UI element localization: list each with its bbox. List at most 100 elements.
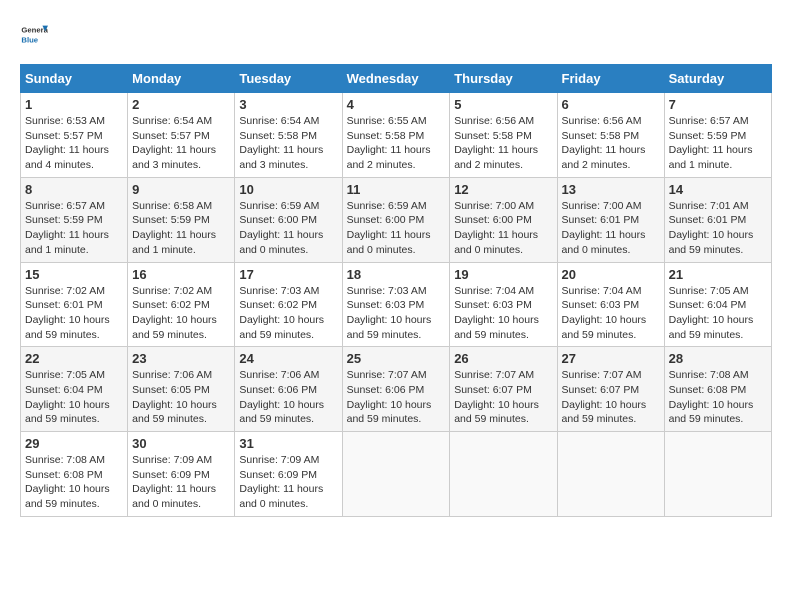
calendar-cell: 2 Sunrise: 6:54 AMSunset: 5:57 PMDaylight… (128, 93, 235, 178)
day-info: Sunrise: 6:54 AMSunset: 5:57 PMDaylight:… (132, 114, 230, 173)
calendar-header-friday: Friday (557, 65, 664, 93)
day-number: 30 (132, 436, 230, 451)
day-number: 18 (347, 267, 446, 282)
day-info: Sunrise: 6:58 AMSunset: 5:59 PMDaylight:… (132, 199, 230, 258)
day-info: Sunrise: 7:05 AMSunset: 6:04 PMDaylight:… (25, 368, 123, 427)
calendar-cell: 6 Sunrise: 6:56 AMSunset: 5:58 PMDaylight… (557, 93, 664, 178)
calendar-cell: 9 Sunrise: 6:58 AMSunset: 5:59 PMDaylight… (128, 177, 235, 262)
calendar-cell: 4 Sunrise: 6:55 AMSunset: 5:58 PMDaylight… (342, 93, 450, 178)
day-number: 8 (25, 182, 123, 197)
day-number: 26 (454, 351, 552, 366)
calendar-cell: 24 Sunrise: 7:06 AMSunset: 6:06 PMDayligh… (235, 347, 342, 432)
day-number: 1 (25, 97, 123, 112)
day-info: Sunrise: 6:55 AMSunset: 5:58 PMDaylight:… (347, 114, 446, 173)
calendar-header-wednesday: Wednesday (342, 65, 450, 93)
calendar-cell: 27 Sunrise: 7:07 AMSunset: 6:07 PMDayligh… (557, 347, 664, 432)
day-number: 27 (562, 351, 660, 366)
day-number: 2 (132, 97, 230, 112)
day-info: Sunrise: 7:08 AMSunset: 6:08 PMDaylight:… (25, 453, 123, 512)
day-number: 19 (454, 267, 552, 282)
calendar-cell: 28Sunrise: 7:08 AMSunset: 6:08 PMDayligh… (664, 347, 771, 432)
day-info: Sunrise: 7:07 AMSunset: 6:07 PMDaylight:… (562, 368, 660, 427)
day-number: 10 (239, 182, 337, 197)
calendar-cell: 17Sunrise: 7:03 AMSunset: 6:02 PMDayligh… (235, 262, 342, 347)
calendar-week-row: 1 Sunrise: 6:53 AMSunset: 5:57 PMDaylight… (21, 93, 772, 178)
calendar-cell: 22 Sunrise: 7:05 AMSunset: 6:04 PMDayligh… (21, 347, 128, 432)
day-info: Sunrise: 7:07 AMSunset: 6:06 PMDaylight:… (347, 368, 446, 427)
calendar-cell: 14 Sunrise: 7:01 AMSunset: 6:01 PMDayligh… (664, 177, 771, 262)
day-number: 21 (669, 267, 767, 282)
calendar-cell: 21 Sunrise: 7:05 AMSunset: 6:04 PMDayligh… (664, 262, 771, 347)
day-number: 13 (562, 182, 660, 197)
calendar-header-sunday: Sunday (21, 65, 128, 93)
day-number: 11 (347, 182, 446, 197)
calendar-header-row: SundayMondayTuesdayWednesdayThursdayFrid… (21, 65, 772, 93)
day-info: Sunrise: 7:09 AMSunset: 6:09 PMDaylight:… (132, 453, 230, 512)
day-info: Sunrise: 6:59 AMSunset: 6:00 PMDaylight:… (239, 199, 337, 258)
day-info: Sunrise: 7:05 AMSunset: 6:04 PMDaylight:… (669, 284, 767, 343)
calendar-cell: 3 Sunrise: 6:54 AMSunset: 5:58 PMDaylight… (235, 93, 342, 178)
calendar-table: SundayMondayTuesdayWednesdayThursdayFrid… (20, 64, 772, 517)
calendar-header-monday: Monday (128, 65, 235, 93)
day-info: Sunrise: 7:04 AMSunset: 6:03 PMDaylight:… (562, 284, 660, 343)
day-info: Sunrise: 6:56 AMSunset: 5:58 PMDaylight:… (562, 114, 660, 173)
calendar-cell: 15 Sunrise: 7:02 AMSunset: 6:01 PMDayligh… (21, 262, 128, 347)
calendar-cell (342, 432, 450, 517)
day-number: 4 (347, 97, 446, 112)
day-number: 31 (239, 436, 337, 451)
day-info: Sunrise: 7:06 AMSunset: 6:06 PMDaylight:… (239, 368, 337, 427)
day-number: 24 (239, 351, 337, 366)
day-number: 7 (669, 97, 767, 112)
day-number: 14 (669, 182, 767, 197)
calendar-cell (450, 432, 557, 517)
day-number: 5 (454, 97, 552, 112)
day-number: 3 (239, 97, 337, 112)
day-info: Sunrise: 7:00 AMSunset: 6:00 PMDaylight:… (454, 199, 552, 258)
calendar-cell (557, 432, 664, 517)
calendar-cell: 8Sunrise: 6:57 AMSunset: 5:59 PMDaylight… (21, 177, 128, 262)
calendar-week-row: 15 Sunrise: 7:02 AMSunset: 6:01 PMDayligh… (21, 262, 772, 347)
day-number: 16 (132, 267, 230, 282)
day-info: Sunrise: 7:04 AMSunset: 6:03 PMDaylight:… (454, 284, 552, 343)
svg-text:Blue: Blue (21, 35, 38, 44)
calendar-cell: 29Sunrise: 7:08 AMSunset: 6:08 PMDayligh… (21, 432, 128, 517)
day-number: 15 (25, 267, 123, 282)
day-number: 12 (454, 182, 552, 197)
logo: General Blue (20, 20, 52, 48)
calendar-cell: 7 Sunrise: 6:57 AMSunset: 5:59 PMDaylight… (664, 93, 771, 178)
calendar-cell: 23Sunrise: 7:06 AMSunset: 6:05 PMDayligh… (128, 347, 235, 432)
calendar-cell: 18 Sunrise: 7:03 AMSunset: 6:03 PMDayligh… (342, 262, 450, 347)
calendar-cell: 10 Sunrise: 6:59 AMSunset: 6:00 PMDayligh… (235, 177, 342, 262)
calendar-week-row: 29Sunrise: 7:08 AMSunset: 6:08 PMDayligh… (21, 432, 772, 517)
calendar-cell (664, 432, 771, 517)
calendar-cell: 16Sunrise: 7:02 AMSunset: 6:02 PMDayligh… (128, 262, 235, 347)
calendar-cell: 26 Sunrise: 7:07 AMSunset: 6:07 PMDayligh… (450, 347, 557, 432)
calendar-cell: 20 Sunrise: 7:04 AMSunset: 6:03 PMDayligh… (557, 262, 664, 347)
calendar-cell: 25 Sunrise: 7:07 AMSunset: 6:06 PMDayligh… (342, 347, 450, 432)
day-number: 6 (562, 97, 660, 112)
day-info: Sunrise: 7:02 AMSunset: 6:01 PMDaylight:… (25, 284, 123, 343)
calendar-cell: 31 Sunrise: 7:09 AMSunset: 6:09 PMDayligh… (235, 432, 342, 517)
day-info: Sunrise: 6:56 AMSunset: 5:58 PMDaylight:… (454, 114, 552, 173)
day-info: Sunrise: 7:06 AMSunset: 6:05 PMDaylight:… (132, 368, 230, 427)
day-number: 9 (132, 182, 230, 197)
day-info: Sunrise: 6:59 AMSunset: 6:00 PMDaylight:… (347, 199, 446, 258)
day-info: Sunrise: 6:57 AMSunset: 5:59 PMDaylight:… (669, 114, 767, 173)
calendar-cell: 19 Sunrise: 7:04 AMSunset: 6:03 PMDayligh… (450, 262, 557, 347)
day-info: Sunrise: 6:54 AMSunset: 5:58 PMDaylight:… (239, 114, 337, 173)
calendar-header-tuesday: Tuesday (235, 65, 342, 93)
day-info: Sunrise: 7:07 AMSunset: 6:07 PMDaylight:… (454, 368, 552, 427)
day-number: 20 (562, 267, 660, 282)
day-number: 28 (669, 351, 767, 366)
day-info: Sunrise: 7:03 AMSunset: 6:03 PMDaylight:… (347, 284, 446, 343)
day-number: 25 (347, 351, 446, 366)
header: General Blue (20, 20, 772, 48)
logo-icon: General Blue (20, 20, 48, 48)
day-info: Sunrise: 7:09 AMSunset: 6:09 PMDaylight:… (239, 453, 337, 512)
calendar-header-saturday: Saturday (664, 65, 771, 93)
calendar-week-row: 8Sunrise: 6:57 AMSunset: 5:59 PMDaylight… (21, 177, 772, 262)
calendar-cell: 13Sunrise: 7:00 AMSunset: 6:01 PMDayligh… (557, 177, 664, 262)
day-info: Sunrise: 7:01 AMSunset: 6:01 PMDaylight:… (669, 199, 767, 258)
day-info: Sunrise: 6:53 AMSunset: 5:57 PMDaylight:… (25, 114, 123, 173)
day-number: 22 (25, 351, 123, 366)
